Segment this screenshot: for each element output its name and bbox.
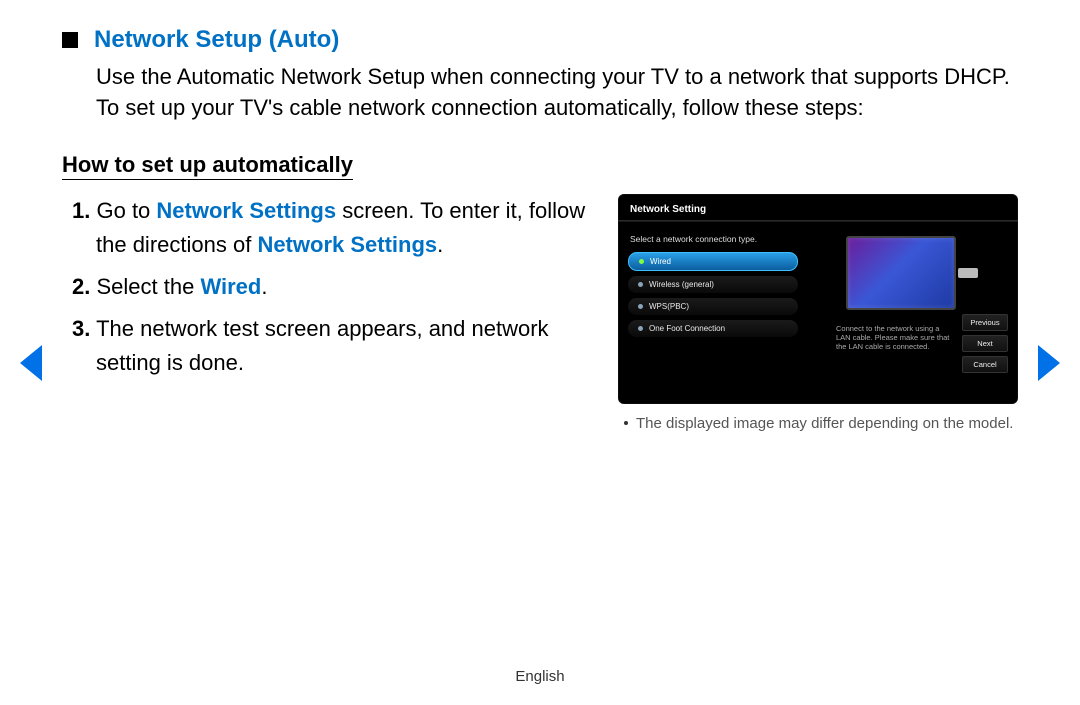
step-number: 3.: [72, 316, 90, 341]
page-content: Network Setup (Auto) Use the Automatic N…: [0, 0, 1080, 434]
tv-option-wps-pbc-[interactable]: WPS(PBC): [628, 298, 798, 315]
section-title: Network Setup (Auto): [94, 26, 339, 54]
section-bullet-icon: [62, 32, 78, 48]
screenshot-caption: The displayed image may differ depending…: [618, 414, 1018, 434]
step-text: .: [437, 232, 443, 257]
tv-screenshot: Network Setting Select a network connect…: [618, 194, 1018, 404]
tv-option-wireless-general-[interactable]: Wireless (general): [628, 276, 798, 293]
tv-panel-title: Network Setting: [630, 204, 706, 215]
radio-dot-icon: [638, 304, 643, 309]
step-text: The network test screen appears, and net…: [96, 316, 549, 375]
step-text: Select the: [96, 274, 200, 299]
link-wired: Wired: [200, 274, 261, 299]
link-network-settings: Network Settings: [156, 198, 336, 223]
steps-list: 1. Go to Network Settings screen. To ent…: [62, 194, 596, 434]
tv-next-button[interactable]: Next: [962, 335, 1008, 352]
tv-instruction: Select a network connection type.: [630, 234, 757, 244]
step-text: Go to: [96, 198, 156, 223]
link-network-settings: Network Settings: [257, 232, 437, 257]
tv-preview-image: [846, 236, 956, 310]
radio-dot-icon: [638, 326, 643, 331]
tv-description: Connect to the network using a LAN cable…: [836, 324, 956, 352]
step-number: 2.: [72, 274, 90, 299]
nav-prev-arrow[interactable]: [20, 345, 42, 381]
intro-paragraph: Use the Automatic Network Setup when con…: [96, 62, 1018, 124]
step-text: .: [261, 274, 267, 299]
sub-heading: How to set up automatically: [62, 152, 353, 180]
radio-dot-icon: [638, 282, 643, 287]
step-number: 1.: [72, 198, 90, 223]
tv-option-one-foot-connection[interactable]: One Foot Connection: [628, 320, 798, 337]
page-footer-language: English: [0, 668, 1080, 685]
nav-next-arrow[interactable]: [1038, 345, 1060, 381]
tv-option-label: One Foot Connection: [649, 324, 725, 333]
radio-dot-icon: [639, 259, 644, 264]
tv-cancel-button[interactable]: Cancel: [962, 356, 1008, 373]
tv-previous-button[interactable]: Previous: [962, 314, 1008, 331]
tv-option-label: Wireless (general): [649, 280, 714, 289]
tv-option-wired[interactable]: Wired: [628, 252, 798, 271]
tv-option-label: Wired: [650, 257, 671, 266]
tv-option-label: WPS(PBC): [649, 302, 689, 311]
tv-option-list: Wired Wireless (general) WPS(PBC) One Foot …: [628, 252, 798, 342]
tv-tab-strip: [618, 220, 1018, 222]
